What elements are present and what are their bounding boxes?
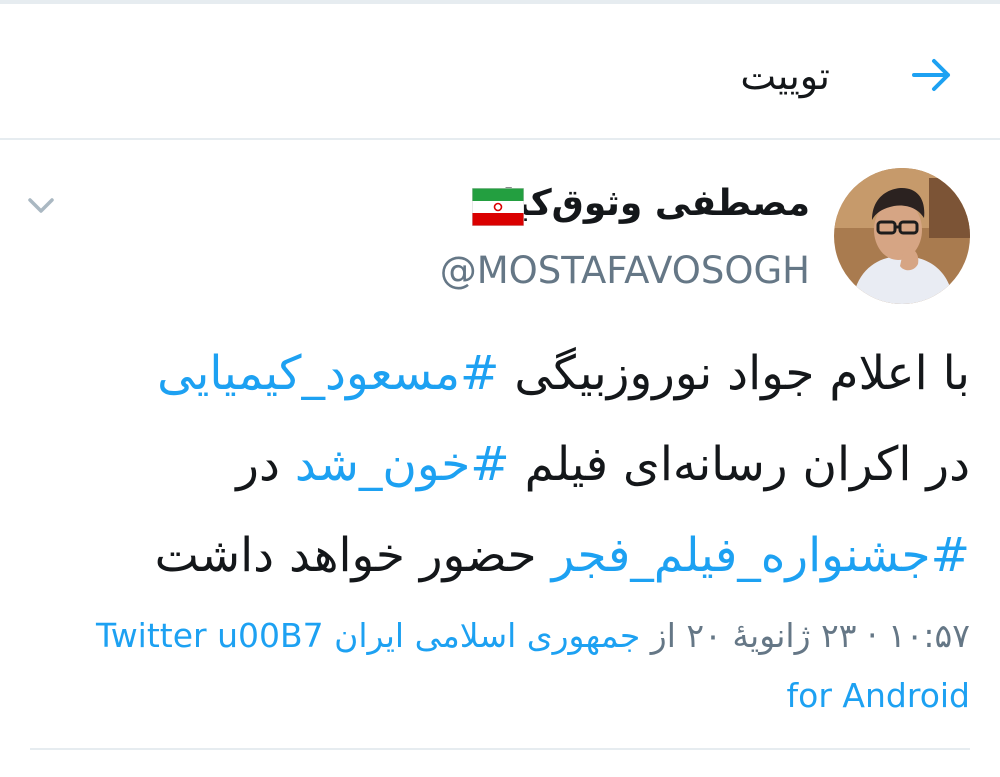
hashtag-link[interactable]: #مسعود_کیمیایی <box>157 346 499 401</box>
tweet-text-segment: با اعلام جواد نوروزبیگی <box>499 346 970 401</box>
avatar-image <box>834 168 970 304</box>
tweet-line: در اکران رسانه‌ای فیلم #خون_شد در <box>30 419 970 510</box>
source-link[interactable]: Twitter u00B7 <box>96 616 324 655</box>
author-handle[interactable]: @MOSTAFAVOSOGH <box>440 244 810 298</box>
tweet-text-segment: در اکران رسانه‌ای فیلم <box>509 437 970 492</box>
tweet-text: با اعلام جواد نوروزبیگی #مسعود_کیمیایی د… <box>30 328 970 601</box>
meta-line: for Android <box>30 666 970 726</box>
location-link[interactable]: جمهوری اسلامی ایران <box>334 616 640 655</box>
source-link-continued[interactable]: for Android <box>787 676 970 715</box>
tweet-meta: ۱۰:۵۷ · ۲۳ ژانویهٔ ۲۰ از جمهوری اسلامی ا… <box>30 606 970 726</box>
back-arrow-icon[interactable] <box>908 52 954 98</box>
avatar[interactable] <box>834 168 970 304</box>
page-title: توییت <box>740 54 830 98</box>
tweet-text-segment: حضور خواهد داشت <box>154 528 552 583</box>
tweet-timestamp[interactable]: ۱۰:۵۷ · ۲۳ ژانویهٔ ۲۰ از <box>640 616 970 655</box>
iran-flag-icon <box>472 188 524 226</box>
header-bar: توییت <box>0 4 1000 140</box>
tweet-text-segment: در <box>236 437 295 492</box>
meta-line: ۱۰:۵۷ · ۲۳ ژانویهٔ ۲۰ از جمهوری اسلامی ا… <box>30 606 970 666</box>
hashtag-link[interactable]: #خون_شد <box>295 437 510 492</box>
hashtag-link[interactable]: #جشنواره_فیلم_فجر <box>552 528 970 583</box>
author-display-name[interactable]: مصطفی وثوق‌کیا <box>503 178 811 230</box>
tweet-line: #جشنواره_فیلم_فجر حضور خواهد داشت <box>30 510 970 601</box>
chevron-down-icon[interactable] <box>26 194 56 218</box>
divider <box>30 748 970 750</box>
tweet-line: با اعلام جواد نوروزبیگی #مسعود_کیمیایی <box>30 328 970 419</box>
